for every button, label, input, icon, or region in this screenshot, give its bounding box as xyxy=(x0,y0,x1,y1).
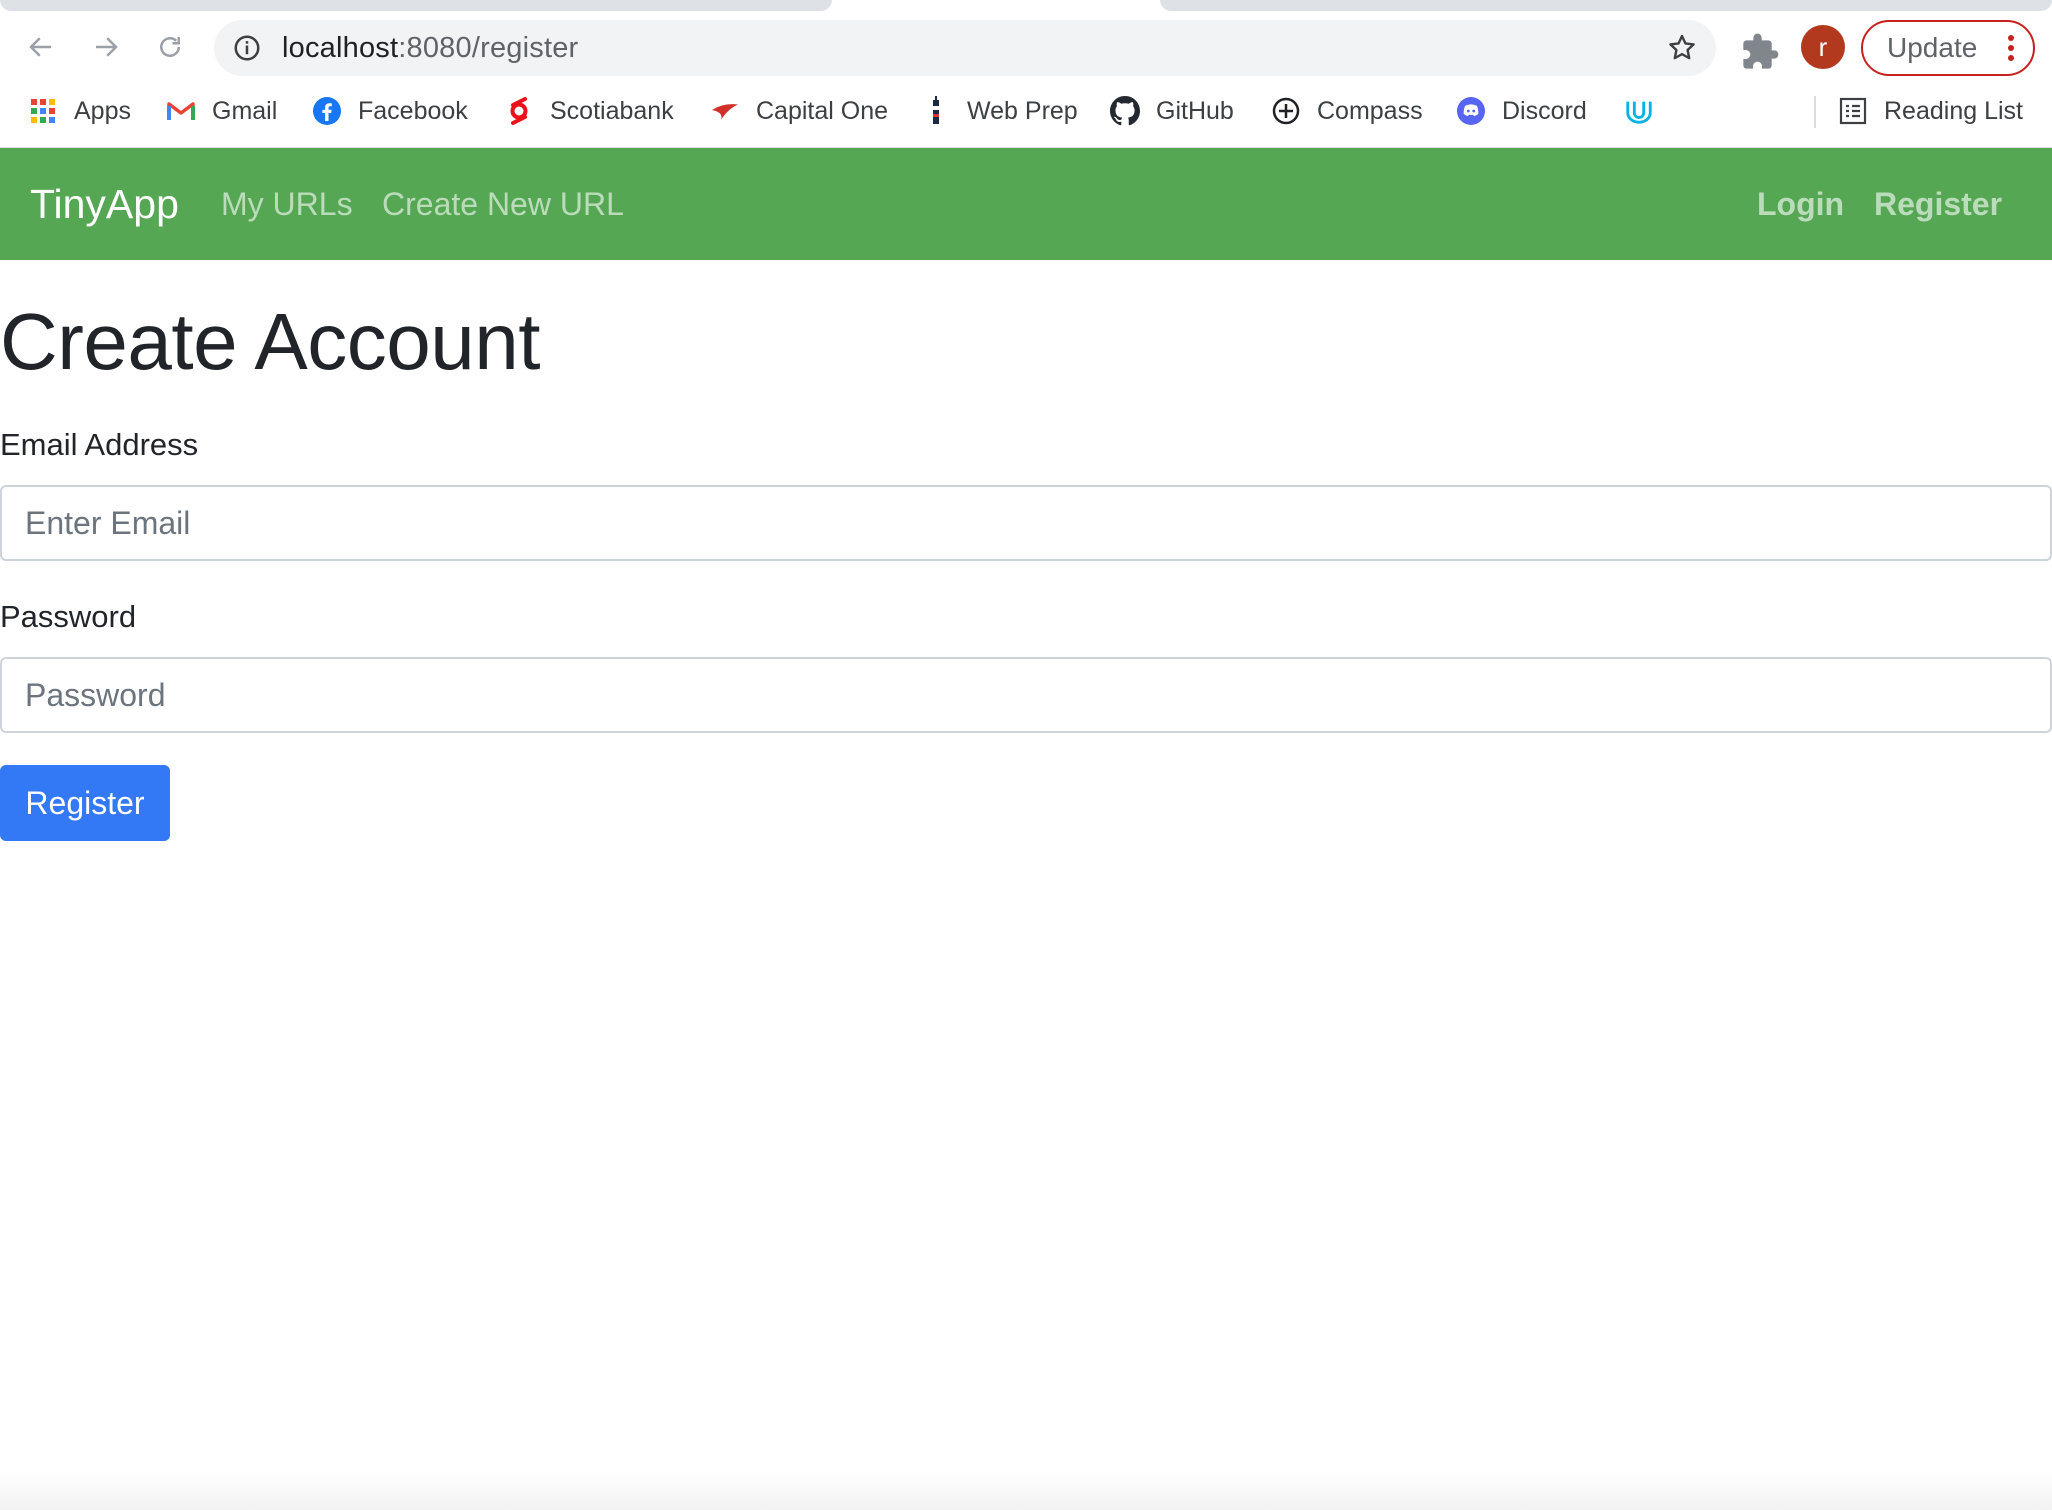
nav-register[interactable]: Register xyxy=(1874,148,2002,260)
url-text[interactable]: localhost:8080/register xyxy=(282,20,578,76)
profile-avatar[interactable]: r xyxy=(1801,25,1845,69)
apps-grid-icon xyxy=(28,96,58,126)
email-label: Email Address xyxy=(0,427,199,462)
bookmark-label: Apps xyxy=(74,96,131,125)
back-button[interactable] xyxy=(20,26,62,68)
window-bottom-edge xyxy=(0,1470,2052,1510)
gmail-icon xyxy=(166,96,196,126)
extensions-puzzle-icon[interactable] xyxy=(1740,32,1780,72)
address-bar[interactable]: localhost:8080/register xyxy=(214,20,1716,76)
udacity-icon xyxy=(1624,96,1654,126)
bookmark-label: Facebook xyxy=(358,96,468,125)
page-title: Create Account xyxy=(0,297,541,386)
web-prep-icon xyxy=(921,96,951,126)
password-field[interactable] xyxy=(0,657,2052,733)
bookmark-udacity[interactable] xyxy=(1624,82,1670,140)
bookmark-github[interactable]: GitHub xyxy=(1110,82,1234,140)
bookmark-facebook[interactable]: Facebook xyxy=(312,82,468,140)
forward-button[interactable] xyxy=(85,26,127,68)
reload-icon xyxy=(160,37,180,57)
bookmark-discord[interactable]: Discord xyxy=(1456,82,1587,140)
nav-login[interactable]: Login xyxy=(1757,148,1844,260)
nav-create-new-url[interactable]: Create New URL xyxy=(382,148,624,260)
github-icon xyxy=(1110,96,1140,126)
bookmark-label: Compass xyxy=(1317,96,1423,125)
reading-list-button[interactable]: Reading List xyxy=(1838,82,2023,140)
bookmark-label: Capital One xyxy=(756,96,889,125)
inactive-tab[interactable] xyxy=(0,0,832,11)
nav-my-urls[interactable]: My URLs xyxy=(221,148,353,260)
url-path: :8080/register xyxy=(398,32,579,64)
more-options-icon xyxy=(2008,35,2014,61)
reading-list-icon xyxy=(1838,96,1868,126)
reading-list-label: Reading List xyxy=(1884,96,2023,125)
bookmark-apps[interactable]: Apps xyxy=(28,82,131,140)
reload-button[interactable] xyxy=(149,26,191,68)
bookmark-capital-one[interactable]: Capital One xyxy=(710,82,888,140)
bookmark-label: Web Prep xyxy=(967,96,1078,125)
scotiabank-icon xyxy=(504,96,534,126)
bookmark-gmail[interactable]: Gmail xyxy=(166,82,277,140)
bookmarks-bar: Apps Gmail Facebook Scotiabank Capital O… xyxy=(0,82,2052,148)
site-info-icon[interactable] xyxy=(232,33,262,63)
bookmark-label: GitHub xyxy=(1156,96,1234,125)
bookmark-scotiabank[interactable]: Scotiabank xyxy=(504,82,674,140)
bookmark-compass[interactable]: Compass xyxy=(1271,82,1423,140)
update-label: Update xyxy=(1887,32,1978,63)
bookmark-label: Discord xyxy=(1502,96,1587,125)
browser-toolbar: localhost:8080/register r Update xyxy=(0,12,2052,82)
capital-one-icon xyxy=(710,96,740,126)
brand-link[interactable]: TinyApp xyxy=(30,148,179,260)
bookmark-web-prep[interactable]: Web Prep xyxy=(921,82,1078,140)
forward-arrow-icon xyxy=(96,37,118,57)
back-arrow-icon xyxy=(29,37,51,57)
app-navbar: TinyApp My URLs Create New URL Login Reg… xyxy=(0,148,2052,260)
bookmark-star-icon[interactable] xyxy=(1666,32,1698,64)
update-button[interactable]: Update xyxy=(1861,20,2035,76)
bookmark-separator xyxy=(1814,96,1816,128)
url-host: localhost xyxy=(282,32,399,64)
email-field[interactable] xyxy=(0,485,2052,561)
discord-icon xyxy=(1456,96,1486,126)
facebook-icon xyxy=(312,96,342,126)
password-label: Password xyxy=(0,599,137,634)
compass-icon xyxy=(1271,96,1301,126)
bookmark-label: Gmail xyxy=(212,96,278,125)
bookmark-label: Scotiabank xyxy=(550,96,674,125)
inactive-tab[interactable] xyxy=(1160,0,2052,11)
tab-strip xyxy=(0,0,2052,12)
register-submit-button[interactable]: Register xyxy=(0,765,170,841)
